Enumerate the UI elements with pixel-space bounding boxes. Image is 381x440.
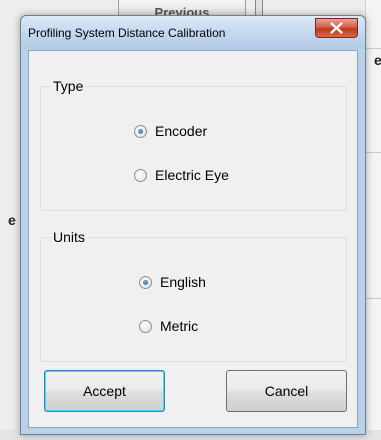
background-right-glyph: e	[374, 52, 381, 68]
background-rule	[366, 48, 381, 49]
radio-label-electric-eye: Electric Eye	[155, 167, 229, 183]
radio-label-english: English	[160, 274, 206, 290]
dialog-title: Profiling System Distance Calibration	[28, 26, 226, 40]
radio-label-encoder: Encoder	[155, 123, 208, 139]
dialog-client-area: Type Encoder Electric Eye Units English …	[28, 50, 358, 428]
units-group-label: Units	[50, 229, 88, 245]
radio-english[interactable]: English	[139, 274, 206, 290]
radio-label-metric: Metric	[160, 318, 199, 334]
radio-metric[interactable]: Metric	[139, 318, 198, 334]
dialog-titlebar[interactable]: Profiling System Distance Calibration	[21, 16, 365, 49]
radio-button-encoder[interactable]	[134, 124, 147, 138]
close-button[interactable]	[315, 18, 358, 38]
units-groupbox: Units English Metric	[40, 229, 347, 362]
background-rule	[366, 152, 381, 153]
type-group-label: Type	[50, 78, 87, 94]
radio-electric-eye[interactable]: Electric Eye	[134, 167, 229, 183]
background-rule	[366, 298, 381, 299]
radio-button-metric[interactable]	[139, 319, 152, 333]
cancel-button[interactable]: Cancel	[226, 370, 347, 412]
calibration-dialog: Profiling System Distance Calibration Ty…	[20, 15, 366, 435]
radio-button-electric-eye[interactable]	[134, 168, 147, 182]
close-x-icon	[330, 22, 343, 34]
radio-encoder[interactable]: Encoder	[134, 123, 207, 139]
background-left-glyph: e	[8, 212, 16, 228]
accept-button[interactable]: Accept	[44, 370, 165, 412]
type-groupbox: Type Encoder Electric Eye	[40, 78, 347, 211]
radio-button-english[interactable]	[139, 275, 152, 289]
